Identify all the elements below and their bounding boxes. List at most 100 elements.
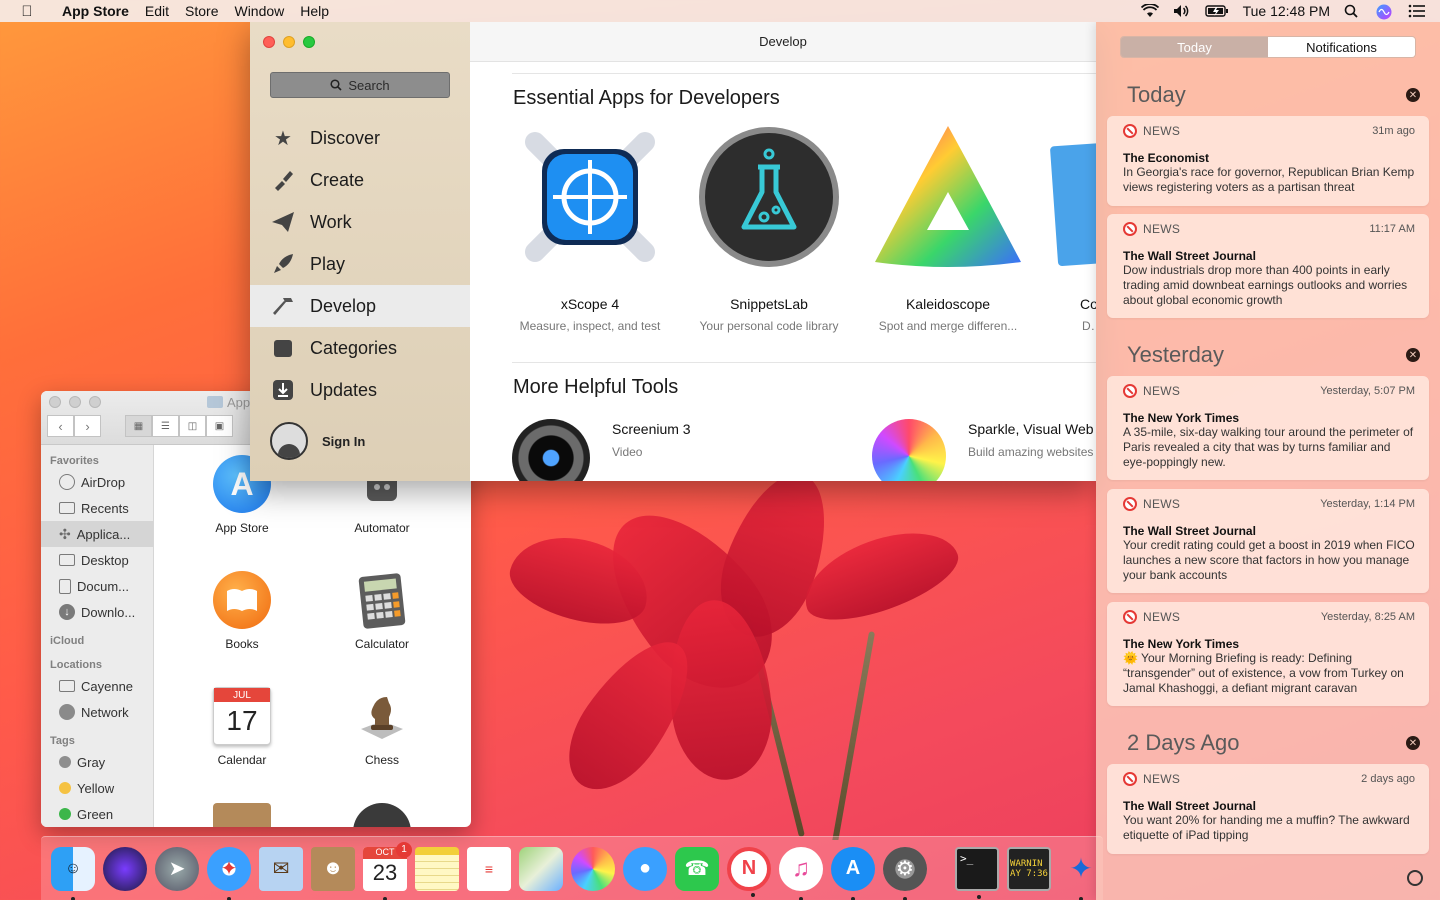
finder-app-contacts[interactable] <box>172 803 312 827</box>
nav-item-categories[interactable]: Categories <box>250 327 470 369</box>
nav-item-develop[interactable]: Develop <box>250 285 470 327</box>
siri-dock-icon[interactable] <box>103 846 147 891</box>
notification-source: The New York Times <box>1123 411 1240 425</box>
menu-help[interactable]: Help <box>292 3 337 19</box>
sidebar-item-downloads[interactable]: ↓ Downlo... <box>41 599 153 625</box>
nav-item-work[interactable]: Work <box>250 201 470 243</box>
finder-app-calendar[interactable]: JUL 17 Calendar <box>172 687 312 767</box>
nav-item-updates[interactable]: Updates <box>250 369 470 411</box>
sidebar-item-airdrop[interactable]: AirDrop <box>41 469 153 495</box>
tool-item-screenium[interactable]: Screenium 3 Video <box>512 417 691 481</box>
app-card-kaleidoscope[interactable]: Kaleidoscope Spot and merge differen... <box>863 122 1033 333</box>
calendar-dock-icon[interactable]: OCT 23 1 <box>363 841 412 900</box>
list-view-button[interactable]: ☰ <box>152 415 179 437</box>
window-minimize-button[interactable] <box>283 36 295 48</box>
safari-compass-icon[interactable]: ✦ <box>207 846 251 900</box>
terminal-icon[interactable]: >_ <box>955 846 999 899</box>
sidebar-item-desktop[interactable]: Desktop <box>41 547 153 573</box>
finder-app-books[interactable]: Books <box>172 571 312 651</box>
paper-plane-icon <box>270 209 296 235</box>
news-dock-icon[interactable]: N <box>727 846 771 897</box>
maps-icon[interactable] <box>519 846 563 891</box>
mail-eagle-icon[interactable]: ✉ <box>259 846 303 891</box>
sidebar-item-cayenne[interactable]: Cayenne <box>41 673 153 699</box>
notes-icon[interactable] <box>415 846 459 891</box>
app-store-dock-icon[interactable]: A <box>831 846 875 900</box>
notification-settings-gear-icon[interactable] <box>1407 870 1423 886</box>
messages-bubble-icon[interactable]: ● <box>623 846 667 891</box>
reminders-icon[interactable]: ≡ <box>467 846 511 891</box>
sidebar-tag-green[interactable]: Green <box>41 801 153 827</box>
tag-dot-icon <box>59 808 71 820</box>
app-card-partial[interactable]: Co De <box>1042 122 1096 333</box>
battery-charging-icon[interactable] <box>1204 4 1229 18</box>
volume-icon[interactable] <box>1173 4 1191 18</box>
gallery-view-button[interactable]: ▣ <box>206 415 233 437</box>
finder-dock-icon[interactable]: ☺ <box>51 846 95 900</box>
sidebar-item-network[interactable]: Network <box>41 699 153 725</box>
finder-close-button[interactable] <box>49 396 61 408</box>
menu-edit[interactable]: Edit <box>137 3 177 19</box>
notification-body: You want 20% for handing me a muffin? Th… <box>1123 813 1410 842</box>
menu-app-name[interactable]: App Store <box>54 3 137 19</box>
tab-today[interactable]: Today <box>1121 37 1268 57</box>
spotlight-search-icon[interactable] <box>1344 4 1362 18</box>
notification-card[interactable]: NEWS Yesterday, 1:14 PM The Wall Street J… <box>1107 489 1429 593</box>
sidebar-tag-yellow[interactable]: Yellow <box>41 775 153 801</box>
console-icon[interactable]: WARNIN AY 7:36 <box>1007 846 1051 891</box>
siri-icon[interactable] <box>1376 4 1394 20</box>
finder-zoom-button[interactable] <box>89 396 101 408</box>
itunes-music-icon[interactable]: ♫ <box>779 846 823 900</box>
icon-view-button[interactable]: ▦ <box>125 415 152 437</box>
menu-window[interactable]: Window <box>226 3 292 19</box>
clear-group-close-icon[interactable]: ✕ <box>1406 736 1420 750</box>
clear-group-close-icon[interactable]: ✕ <box>1406 88 1420 102</box>
tab-notifications[interactable]: Notifications <box>1268 37 1415 57</box>
finder-app-dashboard[interactable] <box>312 803 452 827</box>
notification-card[interactable]: NEWS 31m ago The Economist In Georgia's r… <box>1107 116 1429 206</box>
app-card-snippetslab[interactable]: SnippetsLab Your personal code library <box>684 122 854 333</box>
window-zoom-button[interactable] <box>303 36 315 48</box>
window-close-button[interactable] <box>263 36 275 48</box>
app-store-search-field[interactable]: Search <box>270 72 450 98</box>
column-view-button[interactable]: ◫ <box>179 415 206 437</box>
launchpad-rocket-icon[interactable]: ➤ <box>155 846 199 891</box>
sign-in-button[interactable]: Sign In <box>270 422 365 460</box>
notification-center-icon[interactable] <box>1408 4 1426 18</box>
menu-store[interactable]: Store <box>177 3 226 19</box>
nav-item-play[interactable]: Play <box>250 243 470 285</box>
nav-item-create[interactable]: Create <box>250 159 470 201</box>
books-icon <box>213 571 271 629</box>
app-card-xscope[interactable]: xScope 4 Measure, inspect, and test <box>505 122 675 333</box>
notification-card[interactable]: NEWS 11:17 AM The Wall Street Journal Dow… <box>1107 214 1429 318</box>
applications-icon: ✣ <box>59 525 71 542</box>
clear-group-close-icon[interactable]: ✕ <box>1406 348 1420 362</box>
finder-app-calculator[interactable]: Calculator <box>312 571 452 651</box>
back-button[interactable]: ‹ <box>47 415 74 437</box>
sidebar-item-recents[interactable]: Recents <box>41 495 153 521</box>
sidebar-tag-gray[interactable]: Gray <box>41 749 153 775</box>
tag-dot-icon <box>59 782 71 794</box>
photos-flower-icon[interactable] <box>571 846 615 891</box>
tool-item-sparkle[interactable]: Sparkle, Visual Web Build amazing websit… <box>872 417 1094 481</box>
notification-card[interactable]: NEWS Yesterday, 8:25 AM The New York Time… <box>1107 602 1429 706</box>
system-preferences-gear-icon[interactable]: ⚙ <box>883 846 927 900</box>
finder-minimize-button[interactable] <box>69 396 81 408</box>
divider <box>512 73 1096 74</box>
wifi-icon[interactable] <box>1140 3 1159 18</box>
sidebar-item-applications[interactable]: ✣ Applica... <box>41 521 153 547</box>
facetime-camera-icon[interactable]: ☎ <box>675 846 719 891</box>
notification-card[interactable]: NEWS Yesterday, 5:07 PM The New York Time… <box>1107 376 1429 480</box>
notification-card[interactable]: NEWS 2 days ago The Wall Street Journal Y… <box>1107 764 1429 854</box>
app-store-window: Search ★ Discover Create Work Play Develo… <box>250 22 1096 481</box>
sidebar-item-documents[interactable]: Docum... <box>41 573 153 599</box>
apple-menu-icon[interactable]:  <box>0 3 54 20</box>
nav-item-discover[interactable]: ★ Discover <box>250 117 470 159</box>
app-name: xScope 4 <box>560 296 620 312</box>
app-desc: Spot and merge differen... <box>878 319 1018 333</box>
notification-source: The Wall Street Journal <box>1123 799 1256 813</box>
contacts-book-icon[interactable]: ☻ <box>311 846 355 891</box>
forward-button[interactable]: › <box>74 415 101 437</box>
finder-app-chess[interactable]: Chess <box>312 687 452 767</box>
menubar-clock[interactable]: Tue 12:48 PM <box>1243 3 1330 19</box>
